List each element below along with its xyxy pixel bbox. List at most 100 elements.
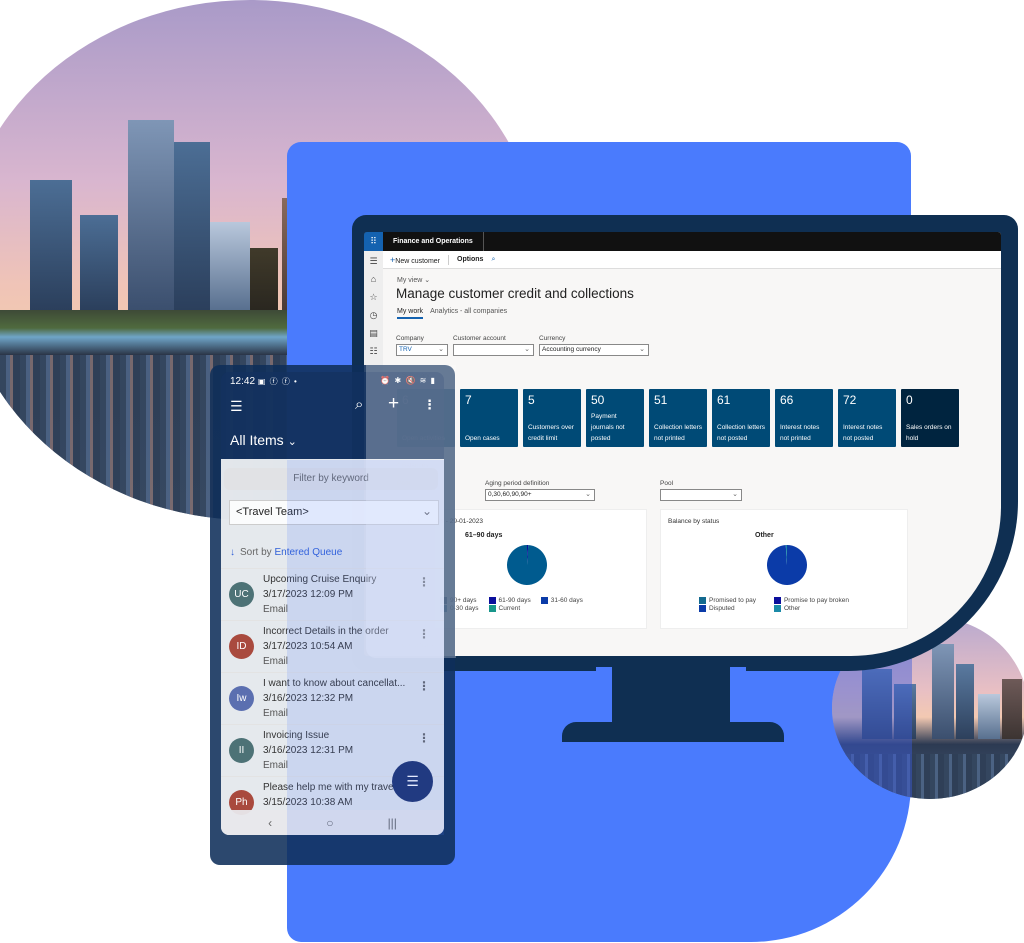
legend-label: Current: [498, 605, 521, 612]
tile-label: Open cases: [465, 435, 500, 442]
company-select[interactable]: TRV ⌄: [396, 344, 448, 356]
sort-prefix: Sort by: [240, 547, 272, 558]
company-label: Company: [396, 335, 424, 342]
pool-select[interactable]: ⌄: [660, 489, 742, 501]
aging-select[interactable]: 0,30,60,90,90+ ⌄: [485, 489, 595, 501]
view-title: All Items: [230, 432, 284, 448]
tile-customers-over-credit-limit[interactable]: 5 Customers over credit limit: [523, 389, 581, 447]
chart-legend: 90+ days 61-90 days 31-60 days 0-30 days Cur…: [440, 597, 583, 612]
notification-icons: ▣ ⓕ ⓕ •: [257, 377, 298, 386]
monitor-stand-neck: [596, 667, 746, 723]
legend-swatch: [488, 605, 496, 612]
tile-collection-letters-not-posted[interactable]: 61 Collection letters not posted: [712, 389, 770, 447]
tile-sales-orders-on-hold[interactable]: 0 Sales orders on hold: [901, 389, 959, 447]
pie-slice-0-30-days[interactable]: [507, 545, 547, 585]
tab-my-work[interactable]: My work: [397, 308, 424, 319]
tabs: My work Analytics - all companies: [397, 308, 507, 319]
search-icon[interactable]: ⌕: [355, 396, 363, 413]
currency-select[interactable]: Accounting currency ⌄: [539, 344, 649, 356]
aged-balances-card: Aged balances - 29-01-2023 61–90 days 90…: [401, 509, 647, 629]
my-view-dropdown[interactable]: My view ⌄: [397, 276, 430, 284]
chart-legend: Promised to pay Promise to pay broken Disp…: [699, 597, 849, 612]
tile-payment-journals-not-posted[interactable]: 50 Payment journals not posted: [586, 389, 644, 447]
filters: Company TRV ⌄ Customer account ⌄ Currency…: [396, 335, 649, 356]
aging-label: Aging period definition: [485, 480, 550, 487]
blue-tint-overlay: [287, 460, 444, 835]
divider: [448, 254, 449, 265]
customer-account-filter: Customer account ⌄: [453, 335, 534, 356]
avatar: UC: [229, 582, 254, 607]
tile-open-cases[interactable]: 7 Open cases: [460, 389, 518, 447]
currency-filter: Currency Accounting currency ⌄: [539, 335, 649, 356]
company-filter: Company TRV ⌄: [396, 335, 448, 356]
star-icon[interactable]: ☆: [369, 291, 377, 303]
legend-swatch: [540, 597, 548, 604]
company-value: TRV: [399, 346, 412, 353]
arrow-down-icon: ↓: [230, 547, 235, 558]
legend-item[interactable]: Disputed: [699, 605, 756, 612]
my-view-label: My view: [397, 277, 423, 284]
tile-value: 61: [717, 393, 731, 407]
app-title: Finance and Operations: [383, 232, 484, 251]
tile-value: 5: [528, 393, 535, 407]
tile-value: 72: [843, 393, 857, 407]
pool-label-2: Pool: [660, 480, 674, 487]
monitor-stand-base: [562, 722, 784, 742]
pool-filter: Pool ⌄: [660, 480, 742, 501]
hamburger-icon[interactable]: ☰: [369, 255, 377, 267]
tile-collection-letters-not-printed[interactable]: 51 Collection letters not printed: [649, 389, 707, 447]
legend-item[interactable]: Current: [488, 605, 531, 612]
chevron-down-icon: ⌄: [287, 436, 297, 448]
balance-by-status-card: Balance by status Other Promised to pay P…: [660, 509, 908, 629]
tile-interest-notes-not-posted[interactable]: 72 Interest notes not posted: [838, 389, 896, 447]
legend-label: Disputed: [709, 605, 735, 612]
tile-interest-notes-not-printed[interactable]: 66 Interest notes not printed: [775, 389, 833, 447]
legend-label: Promise to pay broken: [783, 597, 850, 604]
legend-item[interactable]: Other: [773, 605, 849, 612]
page-title: Manage customer credit and collections: [396, 286, 634, 301]
legend-item[interactable]: Promised to pay: [699, 597, 756, 604]
tile-label: Collection letters not printed: [654, 424, 703, 442]
list-icon[interactable]: ☷: [369, 345, 377, 357]
tile-value: 0: [906, 393, 913, 407]
tab-analytics[interactable]: Analytics - all companies: [430, 308, 507, 319]
app-bar: ⠿ Finance and Operations: [364, 232, 1001, 251]
app-launcher-icon[interactable]: ⠿: [364, 232, 383, 251]
legend-item[interactable]: 31-60 days: [540, 597, 583, 604]
chevron-down-icon: ⌄: [524, 346, 530, 353]
customer-account-select[interactable]: ⌄: [453, 344, 534, 356]
legend-swatch: [773, 597, 781, 604]
tile-label: Interest notes not posted: [843, 424, 883, 442]
view-selector[interactable]: All Items ⌄: [230, 432, 297, 448]
tile-label: Sales orders on hold: [906, 424, 952, 442]
aging-filter: Aging period definition 0,30,60,90,90+ ⌄: [485, 480, 595, 501]
summary-tiles: 6Open activities 7Open cases 5Customers …: [397, 389, 959, 447]
chevron-down-icon: ⌄: [732, 491, 738, 498]
options-button[interactable]: Options: [457, 256, 483, 263]
status-time: 12:42: [230, 376, 256, 387]
tile-label: Payment journals not posted: [591, 413, 625, 442]
tile-label: Collection letters not posted: [717, 424, 766, 442]
clock-icon[interactable]: ◷: [370, 309, 378, 321]
legend-swatch: [699, 605, 706, 612]
legend-item[interactable]: Promise to pay broken: [773, 597, 850, 604]
new-customer-button[interactable]: +New customer: [390, 255, 440, 265]
aged-balances-pie: [507, 545, 547, 585]
workspace-icon[interactable]: ▤: [369, 327, 378, 339]
legend-item[interactable]: 61-90 days: [488, 597, 531, 604]
aging-value: 0,30,60,90,90+: [488, 491, 532, 498]
customer-account-label: Customer account: [453, 335, 506, 342]
back-icon[interactable]: ‹: [268, 816, 272, 830]
search-icon[interactable]: ⌕: [491, 256, 495, 264]
chevron-down-icon: ⌄: [438, 346, 444, 353]
balance-by-status-pie: [767, 545, 807, 585]
currency-label: Currency: [539, 335, 566, 342]
chevron-down-icon: ⌄: [639, 346, 645, 353]
hamburger-icon[interactable]: ☰: [230, 398, 243, 415]
avatar: II: [229, 738, 254, 763]
legend-label: 61-90 days: [498, 597, 531, 604]
chart-title: Balance by status: [668, 518, 720, 525]
home-icon[interactable]: ⌂: [371, 273, 376, 285]
item-type: Email: [263, 760, 289, 771]
new-customer-label: New customer: [395, 257, 440, 265]
